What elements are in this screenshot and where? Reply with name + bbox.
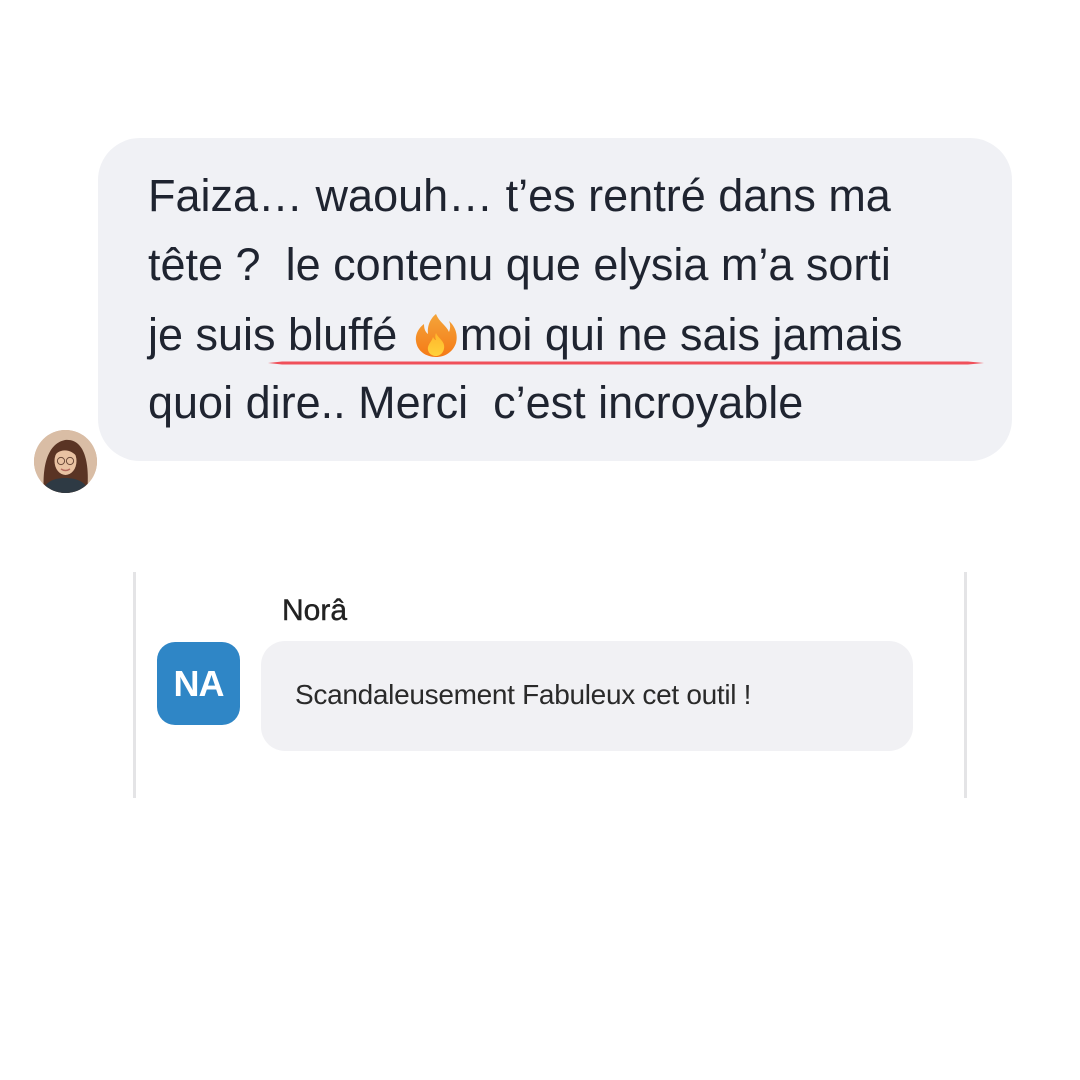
avatar-initials-badge: NA: [157, 642, 240, 725]
message-bubble: Faiza… waouh… t’es rentré dans ma tête ?…: [98, 138, 1012, 461]
reply-text: Scandaleusement Fabuleux cet outil !: [295, 679, 752, 710]
message-text-segment: moi qui ne sais jamais: [459, 309, 903, 360]
avatar-initials: NA: [173, 662, 225, 704]
avatar: [34, 430, 97, 493]
highlight-underline: [268, 361, 984, 365]
message-text-line: quoi dire.. Merci c’est incroyable: [148, 377, 804, 428]
fire-icon: [412, 312, 460, 358]
reply-bubble: Scandaleusement Fabuleux cet outil !: [261, 641, 913, 751]
message-text-line: je suis bluffé moi qui ne sais jamais: [148, 312, 903, 358]
message-text-segment: je suis bluffé: [148, 309, 410, 360]
message-text-line: tête ? le contenu que elysia m’a sorti: [148, 239, 891, 290]
author-name: Norâ: [282, 594, 348, 627]
message-text-line: Faiza… waouh… t’es rentré dans ma: [148, 170, 891, 221]
